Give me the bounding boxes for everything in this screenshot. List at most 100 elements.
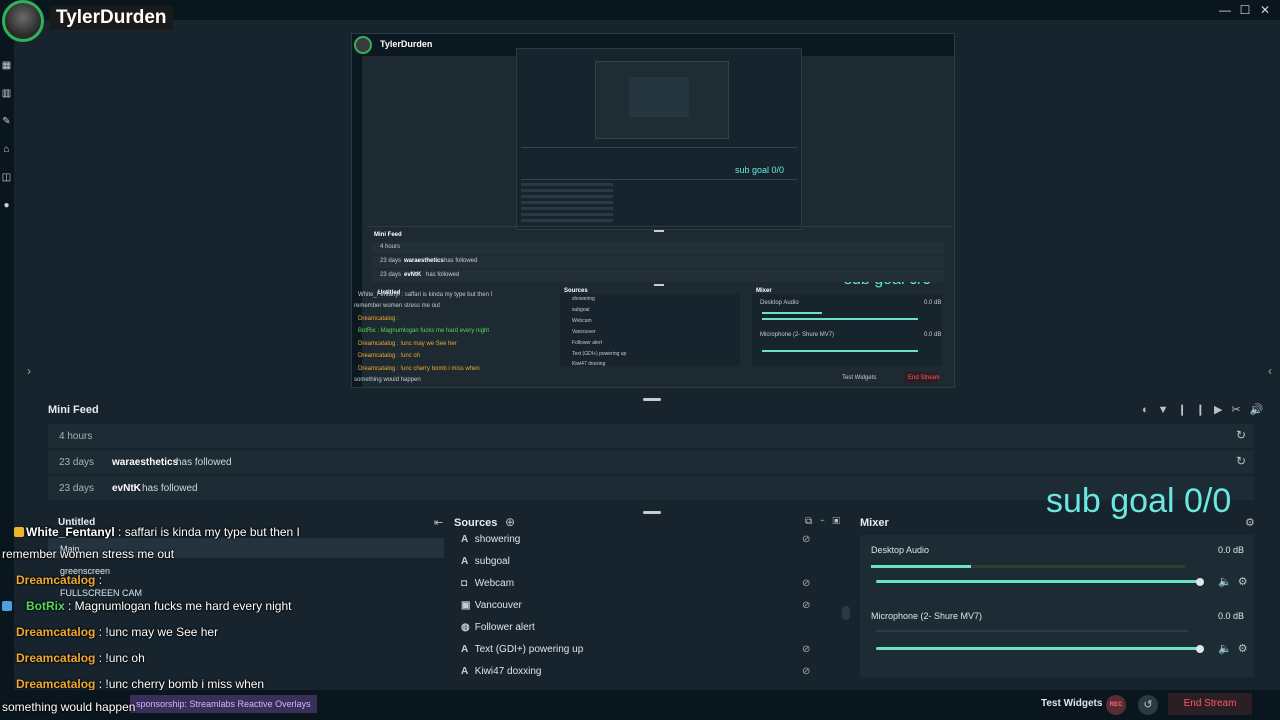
end-stream-button[interactable]: End Stream — [1168, 693, 1252, 715]
feed-item-action: has followed — [142, 483, 198, 494]
mixer-settings-icon[interactable]: ⚙ — [1245, 516, 1255, 529]
preview-source-item: Text (GDI+) powering up — [572, 351, 627, 357]
preview-chat-line: Dreamcatalog : — [358, 316, 399, 322]
resize-handle[interactable] — [643, 511, 661, 514]
source-item[interactable]: ◘ Webcam — [461, 578, 514, 589]
text-source-icon: A — [461, 556, 469, 567]
volume-slider-fill — [876, 580, 1200, 583]
source-item[interactable]: A showering — [461, 534, 520, 545]
preview-follow1-name: waraesthetics — [404, 258, 444, 264]
replay-icon[interactable]: ↻ — [1236, 454, 1246, 468]
recordings-icon[interactable]: ● — [1, 200, 12, 211]
preview-source-item: subgoal — [572, 307, 590, 313]
sub-goal-overlay: sub goal 0/0 — [1046, 482, 1232, 520]
source-item[interactable]: A subgoal — [461, 556, 510, 567]
channel-controls[interactable]: 🔈⚙ — [1218, 575, 1254, 588]
source-label: subgoal — [474, 556, 510, 567]
record-button[interactable]: REC — [1106, 695, 1126, 715]
resize-handle[interactable] — [643, 398, 661, 401]
feed-item-name[interactable]: waraesthetics — [112, 457, 178, 468]
preview-test-widgets: Test Widgets — [842, 375, 877, 381]
mini-feed-title: Mini Feed — [48, 404, 99, 416]
source-item[interactable]: ▣ Vancouver — [461, 600, 522, 611]
chat-message: : !unc may we See her — [95, 625, 219, 639]
collapse-left-icon[interactable]: › — [27, 364, 31, 378]
preview-desktop-audio: Desktop Audio — [760, 300, 799, 306]
chat-line: Dreamcatalog : !unc cherry bomb i miss w… — [16, 677, 264, 691]
collapse-right-icon[interactable]: ‹ — [1268, 364, 1272, 378]
chat-line: Dreamcatalog : !unc oh — [16, 651, 145, 665]
channel-controls[interactable]: 🔈⚙ — [1218, 642, 1254, 655]
tools-icon[interactable]: ✎ — [1, 116, 12, 127]
volume-knob[interactable] — [1196, 645, 1204, 653]
volume-meter-track — [876, 630, 1188, 632]
chat-user: White_Fentanyl — [26, 525, 115, 539]
preview-chat-line: remember women stress me out — [354, 303, 441, 309]
test-widgets-button[interactable]: Test Widgets — [1041, 698, 1102, 709]
scene-collapse-icon[interactable]: ⇤ — [434, 516, 443, 529]
chat-user: BotRix — [26, 599, 65, 613]
refresh-icon[interactable]: ↻ — [1236, 428, 1246, 442]
minimize-button[interactable]: — — [1217, 2, 1233, 18]
visibility-off-icon[interactable]: ⊘ — [802, 644, 810, 655]
avatar — [2, 0, 44, 42]
preview-hours: 4 hours — [380, 244, 401, 250]
source-item[interactable]: A Kiwi47 doxxing — [461, 666, 542, 677]
preview-follow2-days: 23 days — [380, 272, 402, 278]
feed-group-row: 4 hours ↻ — [48, 424, 1254, 448]
channel-db: 0.0 dB — [1218, 545, 1245, 555]
volume-knob[interactable] — [1196, 578, 1204, 586]
sponsorship-banner[interactable]: sponsorship: Streamlabs Reactive Overlay… — [130, 695, 317, 713]
nested-preview: sub goal 0/0 — [516, 48, 802, 230]
preview-source-item: Follower alert — [572, 340, 603, 346]
library-icon[interactable]: ▥ — [1, 88, 12, 99]
source-label: Kiwi47 doxxing — [474, 666, 542, 677]
chat-line: BotRix : Magnumlogan fucks me hard every… — [2, 599, 291, 613]
badge-icon — [14, 527, 24, 537]
replay-buffer-icon[interactable]: ↺ — [1138, 695, 1158, 715]
chat-message: : !unc oh — [95, 651, 145, 665]
mixer-panel — [860, 535, 1254, 677]
maximize-button[interactable]: ☐ — [1237, 2, 1253, 18]
close-button[interactable]: ✕ — [1257, 2, 1273, 18]
preview-source-item: Kiwi47 doxxing — [572, 361, 606, 367]
preview-streamer-name: TylerDurden — [380, 39, 433, 49]
channel-name: Microphone (2- Shure MV7) — [871, 611, 983, 621]
feed-item-name[interactable]: evNtK — [112, 483, 141, 494]
store-icon[interactable]: ⌂ — [1, 144, 12, 155]
text-source-icon: A — [461, 644, 469, 655]
stream-preview: TylerDurden sub goal 0/0 sub goal 0/0 Mi… — [351, 33, 955, 388]
chat-message: remember women stress me out — [2, 547, 175, 561]
source-item[interactable]: ◍ Follower alert — [461, 622, 535, 633]
text-source-icon: A — [461, 534, 469, 545]
visibility-off-icon[interactable]: ⊘ — [802, 666, 810, 677]
preview-mic: Microphone (2- Shure MV7) — [760, 332, 835, 338]
visibility-off-icon[interactable]: ⊘ — [802, 600, 810, 611]
chat-message: something would happen — [2, 700, 136, 714]
source-item[interactable]: A Text (GDI+) powering up — [461, 644, 583, 655]
visibility-off-icon[interactable]: ⊘ — [802, 534, 810, 545]
chat-user: Dreamcatalog — [16, 573, 96, 587]
preview-follow1-text: has followed — [444, 258, 478, 264]
add-source-icon[interactable]: ⊕ — [505, 515, 515, 529]
mini-feed-controls[interactable]: ◐▼❙❙▶✂🔊 — [1142, 403, 1272, 416]
sources-scrollbar[interactable] — [842, 606, 850, 620]
channel-db: 0.0 dB — [1218, 611, 1245, 621]
preview-chat-line: Dreamcatalog : !unc cherry bomb i miss w… — [358, 366, 480, 372]
feed-item-action: has followed — [176, 457, 232, 468]
preview-source-item: showering — [572, 296, 595, 302]
scene-item[interactable]: FULLSCREEN CAM — [60, 588, 142, 598]
dashboard-icon[interactable]: ▦ — [1, 60, 12, 71]
webcam-source-icon: ◘ — [461, 578, 468, 589]
preview-db2: 0.0 dB — [924, 332, 942, 338]
volume-slider-fill — [876, 647, 1200, 650]
highlighter-icon[interactable]: ◫ — [1, 172, 12, 183]
chat-user: Dreamcatalog — [16, 651, 96, 665]
feed-group-label: 4 hours — [59, 431, 93, 442]
source-label: Vancouver — [474, 600, 522, 611]
sources-controls[interactable]: ⧉⌁▣ — [805, 516, 848, 527]
chat-line: Dreamcatalog : — [16, 573, 102, 587]
text-source-icon: A — [461, 666, 469, 677]
preview-follow2-name: evNtK — [404, 272, 422, 278]
visibility-off-icon[interactable]: ⊘ — [802, 578, 810, 589]
